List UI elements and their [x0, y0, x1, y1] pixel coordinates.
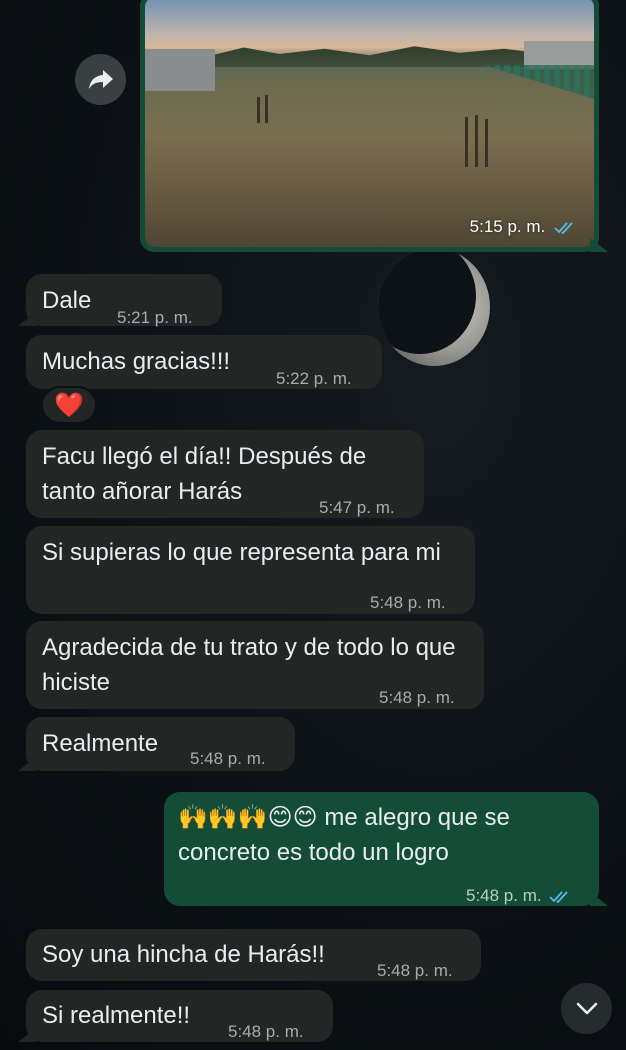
photo-post — [485, 119, 488, 167]
photo-post — [265, 95, 268, 123]
message-bubble[interactable]: Si realmente!! 5:48 p. m. — [18, 990, 333, 1042]
message-text: Si supieras lo que representa para mi — [42, 539, 441, 566]
message-time: 5:15 p. m. — [470, 217, 578, 237]
message-photo[interactable]: 5:15 p. m. — [145, 0, 594, 247]
message-text: Soy una hincha de Harás!! — [42, 941, 325, 968]
message-time: 5:47 p. m. — [319, 498, 395, 517]
message-text: Realmente — [42, 730, 159, 757]
reaction-badge[interactable]: ❤️ — [41, 386, 97, 424]
message-bubble[interactable]: Si supieras lo que representa para mi 5:… — [26, 526, 475, 614]
message-bubble[interactable]: Realmente 5:48 p. m. — [18, 717, 295, 771]
message-time: 5:48 p. m. — [377, 961, 453, 980]
message-time: 5:48 p. m. — [379, 688, 455, 707]
photo-fence — [484, 65, 594, 99]
message-bubble-outgoing[interactable]: 🙌🙌🙌😊😊 me alegro que se concreto es todo … — [164, 792, 608, 906]
message-text: Muchas gracias!!! — [42, 348, 231, 375]
moon-decoration — [378, 248, 490, 366]
message-time: 5:48 p. m. — [370, 593, 446, 612]
heart-icon: ❤️ — [54, 391, 84, 419]
message-text: Dale — [42, 287, 92, 314]
message-text: 🙌🙌🙌😊😊 me alegro que se concreto es todo … — [178, 804, 510, 866]
message-text: Si realmente!! — [42, 1002, 191, 1029]
photo-building — [145, 49, 215, 91]
message-time: 5:21 p. m. — [117, 308, 193, 327]
forward-button[interactable] — [75, 54, 126, 105]
message-time: 5:48 p. m. — [228, 1022, 304, 1041]
message-time: 5:22 p. m. — [276, 369, 352, 388]
message-time: 5:48 p. m. — [466, 878, 573, 913]
double-check-icon — [549, 890, 569, 903]
photo-building — [524, 41, 594, 69]
message-bubble[interactable]: Agradecida de tu trato y de todo lo que … — [26, 621, 484, 709]
photo-post — [257, 97, 260, 123]
message-bubble[interactable]: Muchas gracias!!! 5:22 p. m. — [26, 335, 382, 389]
photo-message[interactable]: 5:15 p. m. — [140, 0, 608, 252]
message-time: 5:48 p. m. — [190, 749, 266, 768]
scroll-to-bottom-button[interactable] — [561, 983, 612, 1034]
chevron-down-icon — [576, 1002, 597, 1014]
message-bubble[interactable]: Soy una hincha de Harás!! 5:48 p. m. — [26, 929, 481, 981]
forward-arrow-icon — [88, 69, 113, 89]
message-bubble[interactable]: Facu llegó el día!! Después de tanto año… — [26, 430, 424, 518]
double-check-icon — [554, 221, 573, 234]
message-bubble[interactable]: Dale 5:21 p. m. — [18, 274, 222, 327]
photo-post — [475, 115, 478, 167]
photo-post — [465, 117, 468, 167]
